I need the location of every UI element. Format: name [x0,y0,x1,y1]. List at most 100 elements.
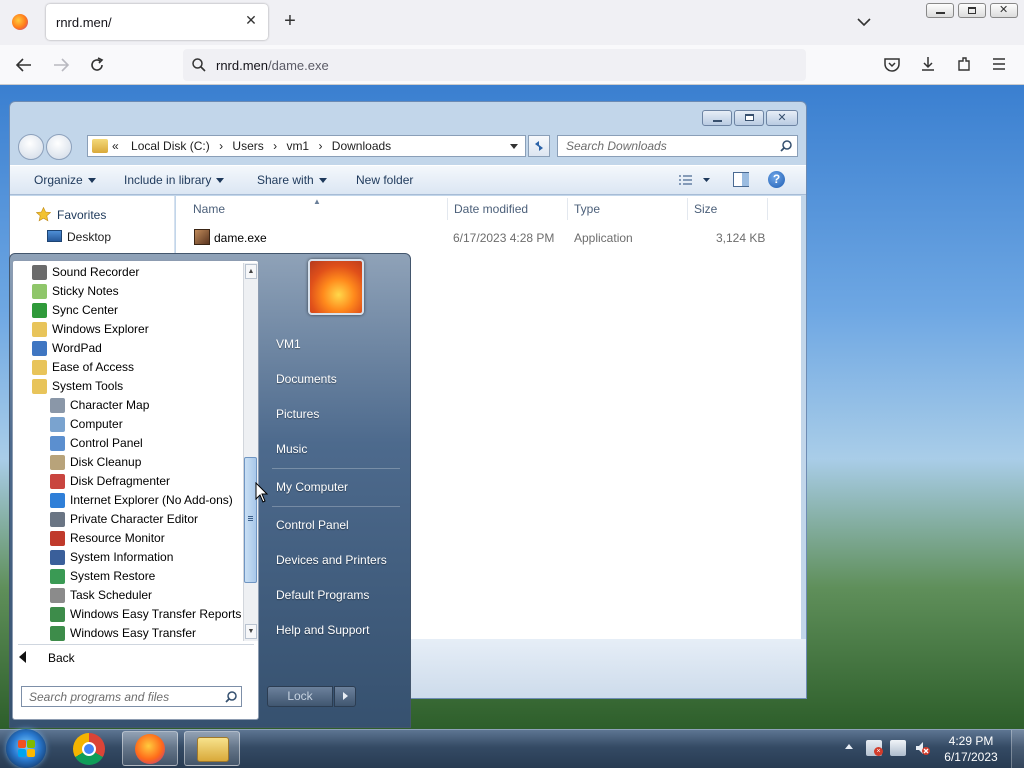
search-icon[interactable] [224,690,238,704]
show-desktop-button[interactable] [1011,730,1024,768]
back-button[interactable]: Back [48,651,75,665]
column-header-type[interactable]: Type [574,202,600,216]
shutdown-options-button[interactable] [334,686,356,707]
control-panel-icon [50,436,65,452]
explorer-maximize-button[interactable] [734,110,764,126]
program-item[interactable]: WordPad [32,339,102,358]
program-item[interactable]: Character Map [50,396,149,415]
breadcrumb-separator[interactable]: › [273,139,277,153]
program-item[interactable]: System Information [50,548,173,567]
new-folder-button[interactable]: New folder [356,173,413,187]
help-icon[interactable]: ? [768,171,785,188]
scrollbar-thumb[interactable] [244,457,257,583]
organize-button[interactable]: Organize [34,173,96,187]
right-item-documents[interactable]: Documents [276,372,337,386]
close-tab-icon[interactable]: ✕ [243,12,259,28]
taskbar-clock[interactable]: 4:29 PM 6/17/2023 [940,733,1002,765]
right-item-devices-printers[interactable]: Devices and Printers [276,553,387,567]
breadcrumb-overflow[interactable]: « [112,139,119,153]
program-item[interactable]: Internet Explorer (No Add-ons) [50,491,233,510]
right-item-my-computer[interactable]: My Computer [276,480,348,494]
program-item[interactable]: System Restore [50,567,155,586]
search-icon[interactable] [779,139,793,153]
preview-pane-icon[interactable] [733,172,749,187]
tab-list-chevron-icon[interactable] [856,14,872,30]
right-item-music[interactable]: Music [276,442,307,456]
include-in-library-button[interactable]: Include in library [124,173,225,187]
user-avatar[interactable] [308,259,364,315]
address-dropdown-icon[interactable] [510,144,518,149]
lock-button[interactable]: Lock [267,686,333,707]
downloads-icon[interactable] [919,55,937,73]
program-item[interactable]: Windows Easy Transfer [50,624,196,643]
column-divider [447,198,448,220]
url-bar[interactable]: rnrd.men/dame.exe [183,49,806,81]
program-item[interactable]: Computer [50,415,123,434]
program-item[interactable]: Disk Defragmenter [50,472,170,491]
taskbar-chrome[interactable] [61,731,117,766]
scroll-up-icon[interactable]: ▲ [245,264,257,279]
program-item[interactable]: Ease of Access [32,358,134,377]
nav-desktop[interactable]: Desktop [67,230,111,244]
program-item[interactable]: Windows Explorer [32,320,149,339]
program-item[interactable]: Sync Center [32,301,118,320]
nav-favorites[interactable]: Favorites [57,208,106,222]
column-header-name[interactable]: Name [193,202,225,216]
new-tab-button[interactable]: + [280,9,300,33]
program-item[interactable]: Private Character Editor [50,510,198,529]
search-downloads-field[interactable]: Search Downloads [557,135,798,157]
program-item[interactable]: Windows Easy Transfer Reports [50,605,241,624]
explorer-minimize-button[interactable] [702,110,732,126]
explorer-address-bar[interactable]: « Local Disk (C:) › Users › vm1 › Downlo… [87,135,526,157]
program-item[interactable]: Task Scheduler [50,586,152,605]
back-arrow-icon[interactable] [14,56,34,74]
breadcrumb-item-downloads[interactable]: Downloads [332,139,391,153]
forward-arrow-icon[interactable] [51,56,71,74]
breadcrumb-item-users[interactable]: Users [232,139,263,153]
right-item-vm1[interactable]: VM1 [276,337,301,351]
right-item-default-programs[interactable]: Default Programs [276,588,369,602]
minimize-button[interactable] [926,3,954,18]
scroll-down-icon[interactable]: ▼ [245,624,257,639]
column-header-size[interactable]: Size [694,202,717,216]
share-with-button[interactable]: Share with [257,173,327,187]
program-item[interactable]: Sound Recorder [32,263,139,282]
program-item[interactable]: Disk Cleanup [50,453,141,472]
breadcrumb-item-vm1[interactable]: vm1 [286,139,309,153]
close-window-button[interactable]: ✕ [990,3,1018,18]
program-item[interactable]: Sticky Notes [32,282,119,301]
program-item[interactable]: Control Panel [50,434,143,453]
browser-tab[interactable]: rnrd.men/ ✕ [46,4,268,40]
search-programs-placeholder: Search programs and files [29,690,170,704]
column-header-date[interactable]: Date modified [454,202,528,216]
breadcrumb-item-c-drive[interactable]: Local Disk (C:) [131,139,210,153]
restore-button[interactable] [958,3,986,18]
program-label: Sound Recorder [52,265,140,279]
right-item-pictures[interactable]: Pictures [276,407,319,421]
action-center-icon[interactable]: × [866,740,883,756]
view-options-icon[interactable] [678,173,710,187]
taskbar-explorer[interactable] [184,731,240,766]
taskbar-firefox[interactable] [122,731,178,766]
volume-muted-icon[interactable] [914,740,930,756]
menu-hamburger-icon[interactable] [991,57,1007,71]
program-item[interactable]: Resource Monitor [50,529,165,548]
program-list-scrollbar[interactable]: ▲ ▼ [243,263,258,641]
show-hidden-icons-icon[interactable] [845,744,853,749]
breadcrumb-separator[interactable]: › [219,139,223,153]
extensions-icon[interactable] [955,55,973,73]
right-item-control-panel[interactable]: Control Panel [276,518,349,532]
network-icon[interactable] [890,740,906,756]
right-item-help-support[interactable]: Help and Support [276,623,369,637]
search-programs-field[interactable]: Search programs and files [21,686,242,707]
breadcrumb-separator[interactable]: › [318,139,322,153]
file-row[interactable]: dame.exe 6/17/2023 4:28 PM Application 3… [188,227,778,247]
explorer-back-button[interactable] [18,134,44,160]
reload-icon[interactable] [87,55,107,75]
refresh-icon[interactable] [528,135,550,157]
explorer-forward-button[interactable] [46,134,72,160]
pocket-icon[interactable] [883,56,901,73]
start-button[interactable] [6,729,46,768]
program-item[interactable]: System Tools [32,377,123,396]
explorer-close-button[interactable]: ✕ [766,110,798,126]
